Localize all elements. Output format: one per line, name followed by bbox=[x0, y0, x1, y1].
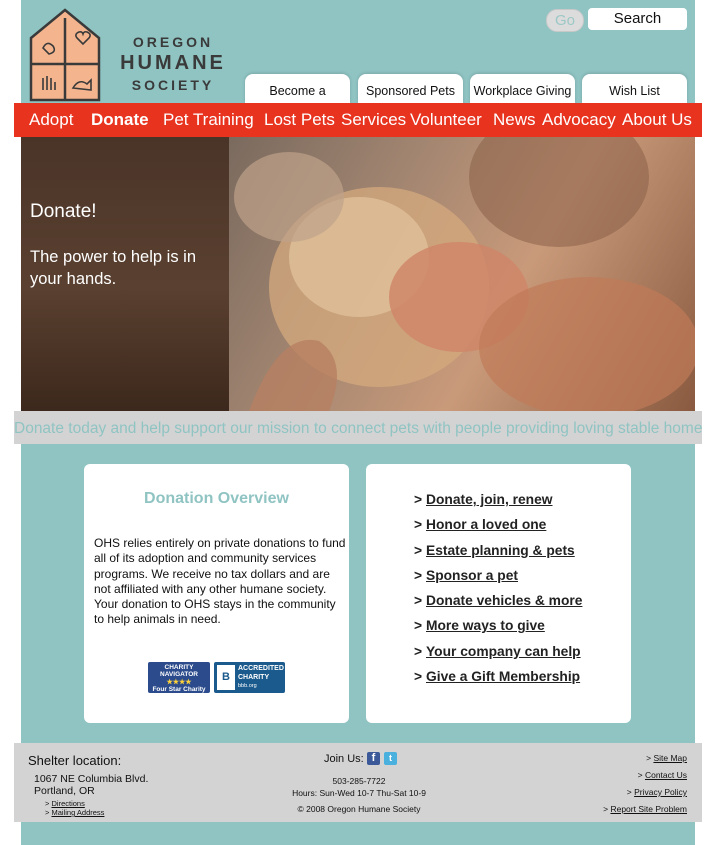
tab-workplace-giving[interactable]: Workplace Giving bbox=[470, 74, 575, 104]
link-honor-loved-one[interactable]: > Honor a loved one bbox=[414, 517, 582, 542]
nav-lost-pets[interactable]: Lost Pets bbox=[264, 103, 335, 137]
nav-adopt[interactable]: Adopt bbox=[29, 103, 73, 137]
link-donate-join-renew[interactable]: > Donate, join, renew bbox=[414, 492, 582, 517]
directions-link[interactable]: > Directions bbox=[45, 799, 85, 808]
hero-title: Donate! bbox=[30, 201, 97, 222]
link-prefix: > bbox=[45, 799, 50, 808]
bbb-torch-icon: B bbox=[217, 665, 235, 690]
arrow-icon: > bbox=[414, 593, 423, 609]
report-problem-label: Report Site Problem bbox=[610, 804, 687, 814]
link-prefix: > bbox=[45, 808, 50, 817]
overview-title: Donation Overview bbox=[144, 490, 289, 507]
arrow-icon: > bbox=[414, 542, 423, 558]
address-line-2: Portland, OR bbox=[34, 785, 95, 797]
site-map-link[interactable]: > Site Map bbox=[646, 753, 687, 763]
logo-line-2: HUMANE bbox=[120, 52, 226, 74]
charity-navigator-stars: ★★★★ bbox=[166, 679, 192, 686]
charity-navigator-line-4: Four Star Charity bbox=[152, 686, 206, 693]
shelter-location-heading: Shelter location: bbox=[28, 753, 122, 768]
charity-navigator-badge[interactable]: CHARITY NAVIGATOR ★★★★ Four Star Charity bbox=[148, 662, 210, 693]
hours-text: Hours: Sun-Wed 10-7 Thu-Sat 10-9 bbox=[292, 788, 426, 798]
nav-about-us[interactable]: About Us bbox=[622, 103, 692, 137]
logo-house-icon[interactable] bbox=[29, 8, 101, 102]
link-prefix: > bbox=[637, 770, 643, 780]
link-label: More ways to give bbox=[426, 618, 545, 634]
mission-banner: Donate today and help support our missio… bbox=[14, 411, 702, 444]
phone-number: 503-285-7722 bbox=[332, 776, 386, 786]
tab-wish-list[interactable]: Wish List bbox=[582, 74, 687, 104]
address-line-1: 1067 NE Columbia Blvd. bbox=[34, 773, 149, 785]
link-donate-vehicles[interactable]: > Donate vehicles & more bbox=[414, 593, 582, 618]
mailing-address-link[interactable]: > Mailing Address bbox=[45, 808, 104, 817]
nav-services[interactable]: Services bbox=[341, 103, 406, 137]
link-prefix: > bbox=[603, 804, 609, 814]
arrow-icon: > bbox=[414, 492, 423, 507]
logo-line-3: SOCIETY bbox=[131, 77, 215, 93]
link-prefix: > bbox=[626, 787, 632, 797]
nav-donate[interactable]: Donate bbox=[91, 103, 149, 137]
link-prefix: > bbox=[646, 753, 652, 763]
arrow-icon: > bbox=[414, 517, 423, 533]
overview-body: OHS relies entirely on private donations… bbox=[94, 536, 346, 627]
charity-badges: CHARITY NAVIGATOR ★★★★ Four Star Charity… bbox=[148, 662, 288, 694]
hero-tagline: The power to help is in your hands. bbox=[30, 248, 197, 288]
link-label: Give a Gift Membership bbox=[426, 669, 581, 685]
link-label: Donate, join, renew bbox=[426, 492, 553, 507]
bbb-accredited-badge[interactable]: B ACCREDITED CHARITY bbb.org bbox=[214, 662, 285, 693]
link-sponsor-pet[interactable]: > Sponsor a pet bbox=[414, 568, 582, 593]
link-company-help[interactable]: > Your company can help bbox=[414, 644, 582, 669]
site-map-label: Site Map bbox=[653, 753, 687, 763]
hero-kitten-photo bbox=[229, 137, 695, 411]
link-label: Donate vehicles & more bbox=[426, 593, 583, 609]
donation-links-card: > Donate, join, renew > Honor a loved one … bbox=[366, 464, 631, 723]
link-more-ways[interactable]: > More ways to give bbox=[414, 618, 582, 643]
privacy-policy-link[interactable]: > Privacy Policy bbox=[627, 787, 687, 797]
hero-image: Donate! The power to help is in your han… bbox=[21, 137, 695, 411]
link-label: Estate planning & pets bbox=[426, 542, 575, 558]
directions-label: Directions bbox=[51, 799, 85, 808]
footer: Shelter location: 1067 NE Columbia Blvd.… bbox=[14, 743, 702, 822]
nav-advocacy[interactable]: Advocacy bbox=[542, 103, 616, 137]
nav-volunteer[interactable]: Volunteer bbox=[410, 103, 482, 137]
logo-wordmark[interactable]: OREGON HUMANE SOCIETY bbox=[118, 34, 228, 93]
bbb-line-1: ACCREDITED bbox=[238, 665, 284, 672]
arrow-icon: > bbox=[414, 567, 423, 583]
nav-news[interactable]: News bbox=[493, 103, 536, 137]
bbb-line-3: bbb.org bbox=[238, 683, 257, 689]
charity-navigator-line-1: CHARITY bbox=[164, 664, 194, 671]
contact-us-label: Contact Us bbox=[644, 770, 687, 780]
charity-navigator-line-2: NAVIGATOR bbox=[160, 671, 198, 678]
bbb-line-2: CHARITY bbox=[238, 674, 270, 681]
join-us-label: Join Us: bbox=[324, 753, 364, 765]
arrow-icon: > bbox=[414, 618, 423, 634]
main-nav: Adopt Donate Pet Training Lost Pets Serv… bbox=[14, 103, 702, 137]
link-estate-planning[interactable]: > Estate planning & pets bbox=[414, 543, 582, 568]
link-gift-membership[interactable]: > Give a Gift Membership bbox=[414, 669, 582, 694]
search-input[interactable]: Search bbox=[588, 8, 687, 30]
arrow-icon: > bbox=[414, 643, 423, 659]
go-button[interactable]: Go bbox=[546, 9, 584, 32]
arrow-icon: > bbox=[414, 669, 423, 685]
link-label: Your company can help bbox=[426, 643, 581, 659]
facebook-icon[interactable]: f bbox=[367, 752, 380, 765]
report-problem-link[interactable]: > Report Site Problem bbox=[603, 804, 687, 814]
tab-become-member[interactable]: Become a Member bbox=[245, 74, 350, 132]
twitter-icon[interactable]: t bbox=[384, 752, 397, 765]
mailing-address-label: Mailing Address bbox=[51, 808, 105, 817]
contact-us-link[interactable]: > Contact Us bbox=[638, 770, 687, 780]
donation-links-list: > Donate, join, renew > Honor a loved one … bbox=[414, 492, 582, 694]
tab-sponsored-pets[interactable]: Sponsored Pets bbox=[358, 74, 463, 104]
copyright-text: © 2008 Oregon Humane Society bbox=[297, 804, 421, 814]
nav-pet-training[interactable]: Pet Training bbox=[163, 103, 254, 137]
donation-overview-card: Donation Overview OHS relies entirely on… bbox=[84, 464, 349, 723]
privacy-policy-label: Privacy Policy bbox=[634, 787, 687, 797]
link-label: Sponsor a pet bbox=[426, 567, 518, 583]
logo-line-1: OREGON bbox=[132, 34, 214, 50]
link-label: Honor a loved one bbox=[426, 517, 547, 533]
